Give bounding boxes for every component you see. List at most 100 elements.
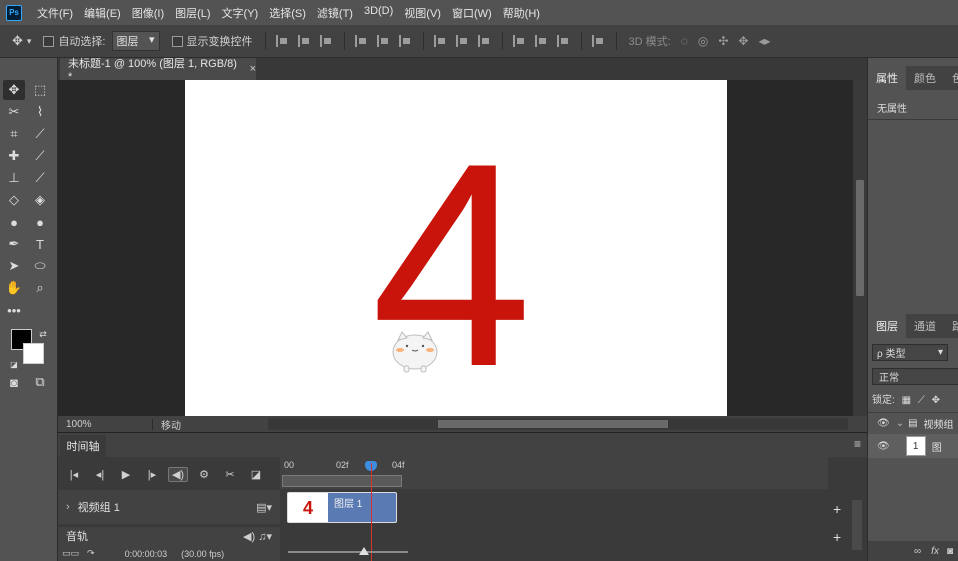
history-brush-tool-icon[interactable]: ⟋ xyxy=(29,168,51,188)
menu-item[interactable]: 图层(L) xyxy=(175,5,210,21)
3d-slide-icon[interactable]: ✥ xyxy=(738,34,748,48)
align-top-icon[interactable] xyxy=(275,35,288,47)
auto-select-dropdown[interactable]: 图层 ▾ xyxy=(111,31,160,51)
healing-tool-icon[interactable]: ✚ xyxy=(3,146,25,166)
render-arrow-icon[interactable]: ↷ xyxy=(87,548,95,559)
document-tab[interactable]: 未标题-1 @ 100% (图层 1, RGB/8) * × xyxy=(60,58,256,83)
frame-toggle-icon[interactable]: ▭▭ xyxy=(62,548,79,559)
lock-position-icon[interactable]: ✥ xyxy=(932,395,940,406)
lock-pixels-icon[interactable]: ▦ xyxy=(902,395,911,406)
pen-tool-icon[interactable]: ✒ xyxy=(3,234,25,254)
distribute-top-icon[interactable] xyxy=(433,35,446,47)
distribute-right-icon[interactable] xyxy=(556,35,569,47)
timeline-ruler[interactable]: 00 02f 04f xyxy=(280,457,828,489)
mask-icon[interactable]: ◙ xyxy=(947,546,953,557)
3d-rotate-icon[interactable]: ◌ xyxy=(681,34,688,48)
layer-filter-dropdown[interactable]: ρ 类型 ▾ xyxy=(872,344,948,361)
menu-item[interactable]: 文字(Y) xyxy=(222,5,259,21)
auto-align-icon[interactable] xyxy=(591,35,604,47)
screen-mode-icon[interactable]: ⧉ xyxy=(29,372,51,392)
quick-select-tool-icon[interactable]: ⌇ xyxy=(29,102,51,122)
tab-paths[interactable]: 路 xyxy=(944,314,958,338)
menu-item[interactable]: 帮助(H) xyxy=(503,5,540,21)
timeline-vertical-scrollbar[interactable] xyxy=(852,500,862,550)
type-tool-icon[interactable]: T xyxy=(29,234,51,254)
eye-icon[interactable]: 👁 xyxy=(877,418,890,429)
crop-tool-icon[interactable]: ⌗ xyxy=(3,124,25,144)
swap-colors-icon[interactable]: ⇄ xyxy=(32,324,54,344)
mute-audio-icon[interactable]: ◀) xyxy=(168,466,188,482)
add-media-button[interactable]: + xyxy=(833,501,841,517)
distribute-left-icon[interactable] xyxy=(512,35,525,47)
3d-roll-icon[interactable]: ◎ xyxy=(698,34,708,48)
lock-brush-icon[interactable]: ⟋ xyxy=(918,395,925,406)
tab-properties[interactable]: 属性 xyxy=(868,66,906,90)
timeline-zoom-slider[interactable] xyxy=(288,547,408,555)
menu-item[interactable]: 文件(F) xyxy=(37,5,73,21)
zoom-level[interactable]: 100% xyxy=(58,418,153,430)
menu-item[interactable]: 视图(V) xyxy=(404,5,441,21)
3d-scale-icon[interactable]: ◂▸ xyxy=(758,34,770,48)
path-select-tool-icon[interactable]: ➤ xyxy=(3,256,25,276)
align-bottom-icon[interactable] xyxy=(319,35,332,47)
settings-gear-icon[interactable]: ⚙ xyxy=(194,468,214,481)
panel-menu-icon[interactable]: ≡ xyxy=(854,437,861,451)
menu-item[interactable]: 滤镜(T) xyxy=(317,5,353,21)
audio-note-icon[interactable]: ◀) ♫▾ xyxy=(243,530,272,543)
tab-swatches[interactable]: 色 xyxy=(944,66,958,90)
add-audio-button[interactable]: + xyxy=(833,529,841,545)
track-audio[interactable]: 音轨 ◀) ♫▾ xyxy=(58,527,280,545)
paint-bucket-tool-icon[interactable]: ◈ xyxy=(29,190,51,210)
film-strip-icon[interactable]: ▤▾ xyxy=(256,501,272,514)
track-video-group[interactable]: › 视频组 1 ▤▾ xyxy=(58,490,280,524)
more-tools-icon[interactable]: ••• xyxy=(3,300,25,320)
zoom-tool-icon[interactable]: ⌕ xyxy=(29,278,51,298)
hand-tool-icon[interactable]: ✋ xyxy=(3,278,25,298)
menu-item[interactable]: 选择(S) xyxy=(269,5,306,21)
align-left-icon[interactable] xyxy=(354,35,367,47)
previous-frame-icon[interactable]: ◂| xyxy=(90,468,110,481)
show-transform-checkbox[interactable] xyxy=(171,35,183,47)
chevron-down-icon[interactable]: ⌄ xyxy=(896,418,904,429)
slider-knob[interactable] xyxy=(359,547,369,555)
eraser-tool-icon[interactable]: ◇ xyxy=(3,190,25,210)
move-tool-icon[interactable]: ✥ xyxy=(3,80,25,100)
scrollbar-thumb[interactable] xyxy=(856,180,864,296)
lasso-tool-icon[interactable]: ✂ xyxy=(3,102,25,122)
menu-item[interactable]: 3D(D) xyxy=(364,5,393,21)
scrollbar-thumb[interactable] xyxy=(438,420,668,428)
move-tool-icon[interactable]: ✥ xyxy=(12,33,23,49)
align-vcenter-icon[interactable] xyxy=(297,35,310,47)
quick-mask-icon[interactable]: ◙ xyxy=(3,372,25,392)
close-icon[interactable]: × xyxy=(250,63,256,75)
layer-row-video-group[interactable]: 👁 ⌄ ▤ 视频组 xyxy=(868,412,958,434)
chevron-right-icon[interactable]: › xyxy=(66,501,70,513)
eye-icon[interactable]: 👁 xyxy=(877,441,890,452)
tab-channels[interactable]: 通道 xyxy=(906,314,944,338)
distribute-vcenter-icon[interactable] xyxy=(455,35,468,47)
tab-color[interactable]: 颜色 xyxy=(906,66,944,90)
eyedropper-tool-icon[interactable]: ⟋ xyxy=(29,124,51,144)
default-colors-icon[interactable]: ◪ xyxy=(3,354,25,374)
3d-pan-icon[interactable]: ✣ xyxy=(718,34,728,48)
chevron-down-icon[interactable]: ▾ xyxy=(27,36,32,47)
menu-item[interactable]: 图像(I) xyxy=(132,5,164,21)
brush-tool-icon[interactable]: ⟋ xyxy=(29,146,51,166)
transition-icon[interactable]: ◪ xyxy=(246,468,266,481)
fx-icon[interactable]: fx xyxy=(931,546,939,557)
menu-item[interactable]: 编辑(E) xyxy=(84,5,121,21)
next-frame-icon[interactable]: |▸ xyxy=(142,468,162,481)
distribute-hcenter-icon[interactable] xyxy=(534,35,547,47)
background-color-swatch[interactable] xyxy=(23,343,44,364)
split-scissors-icon[interactable]: ✂ xyxy=(220,468,240,481)
ellipse-tool-icon[interactable]: ⬭ xyxy=(29,256,51,276)
stamp-tool-icon[interactable]: ⊥ xyxy=(3,168,25,188)
align-right-icon[interactable] xyxy=(398,35,411,47)
blend-mode-dropdown[interactable]: 正常 xyxy=(872,368,958,385)
blur-tool-icon[interactable]: ● xyxy=(3,212,25,232)
video-clip[interactable]: 4 图层 1 xyxy=(287,492,397,523)
tab-timeline[interactable]: 时间轴 xyxy=(60,435,106,457)
layer-row-layer-1[interactable]: 👁 1 图 xyxy=(868,434,958,458)
document-canvas[interactable]: 4 xyxy=(185,80,727,416)
go-to-first-frame-icon[interactable]: |◂ xyxy=(64,468,84,481)
